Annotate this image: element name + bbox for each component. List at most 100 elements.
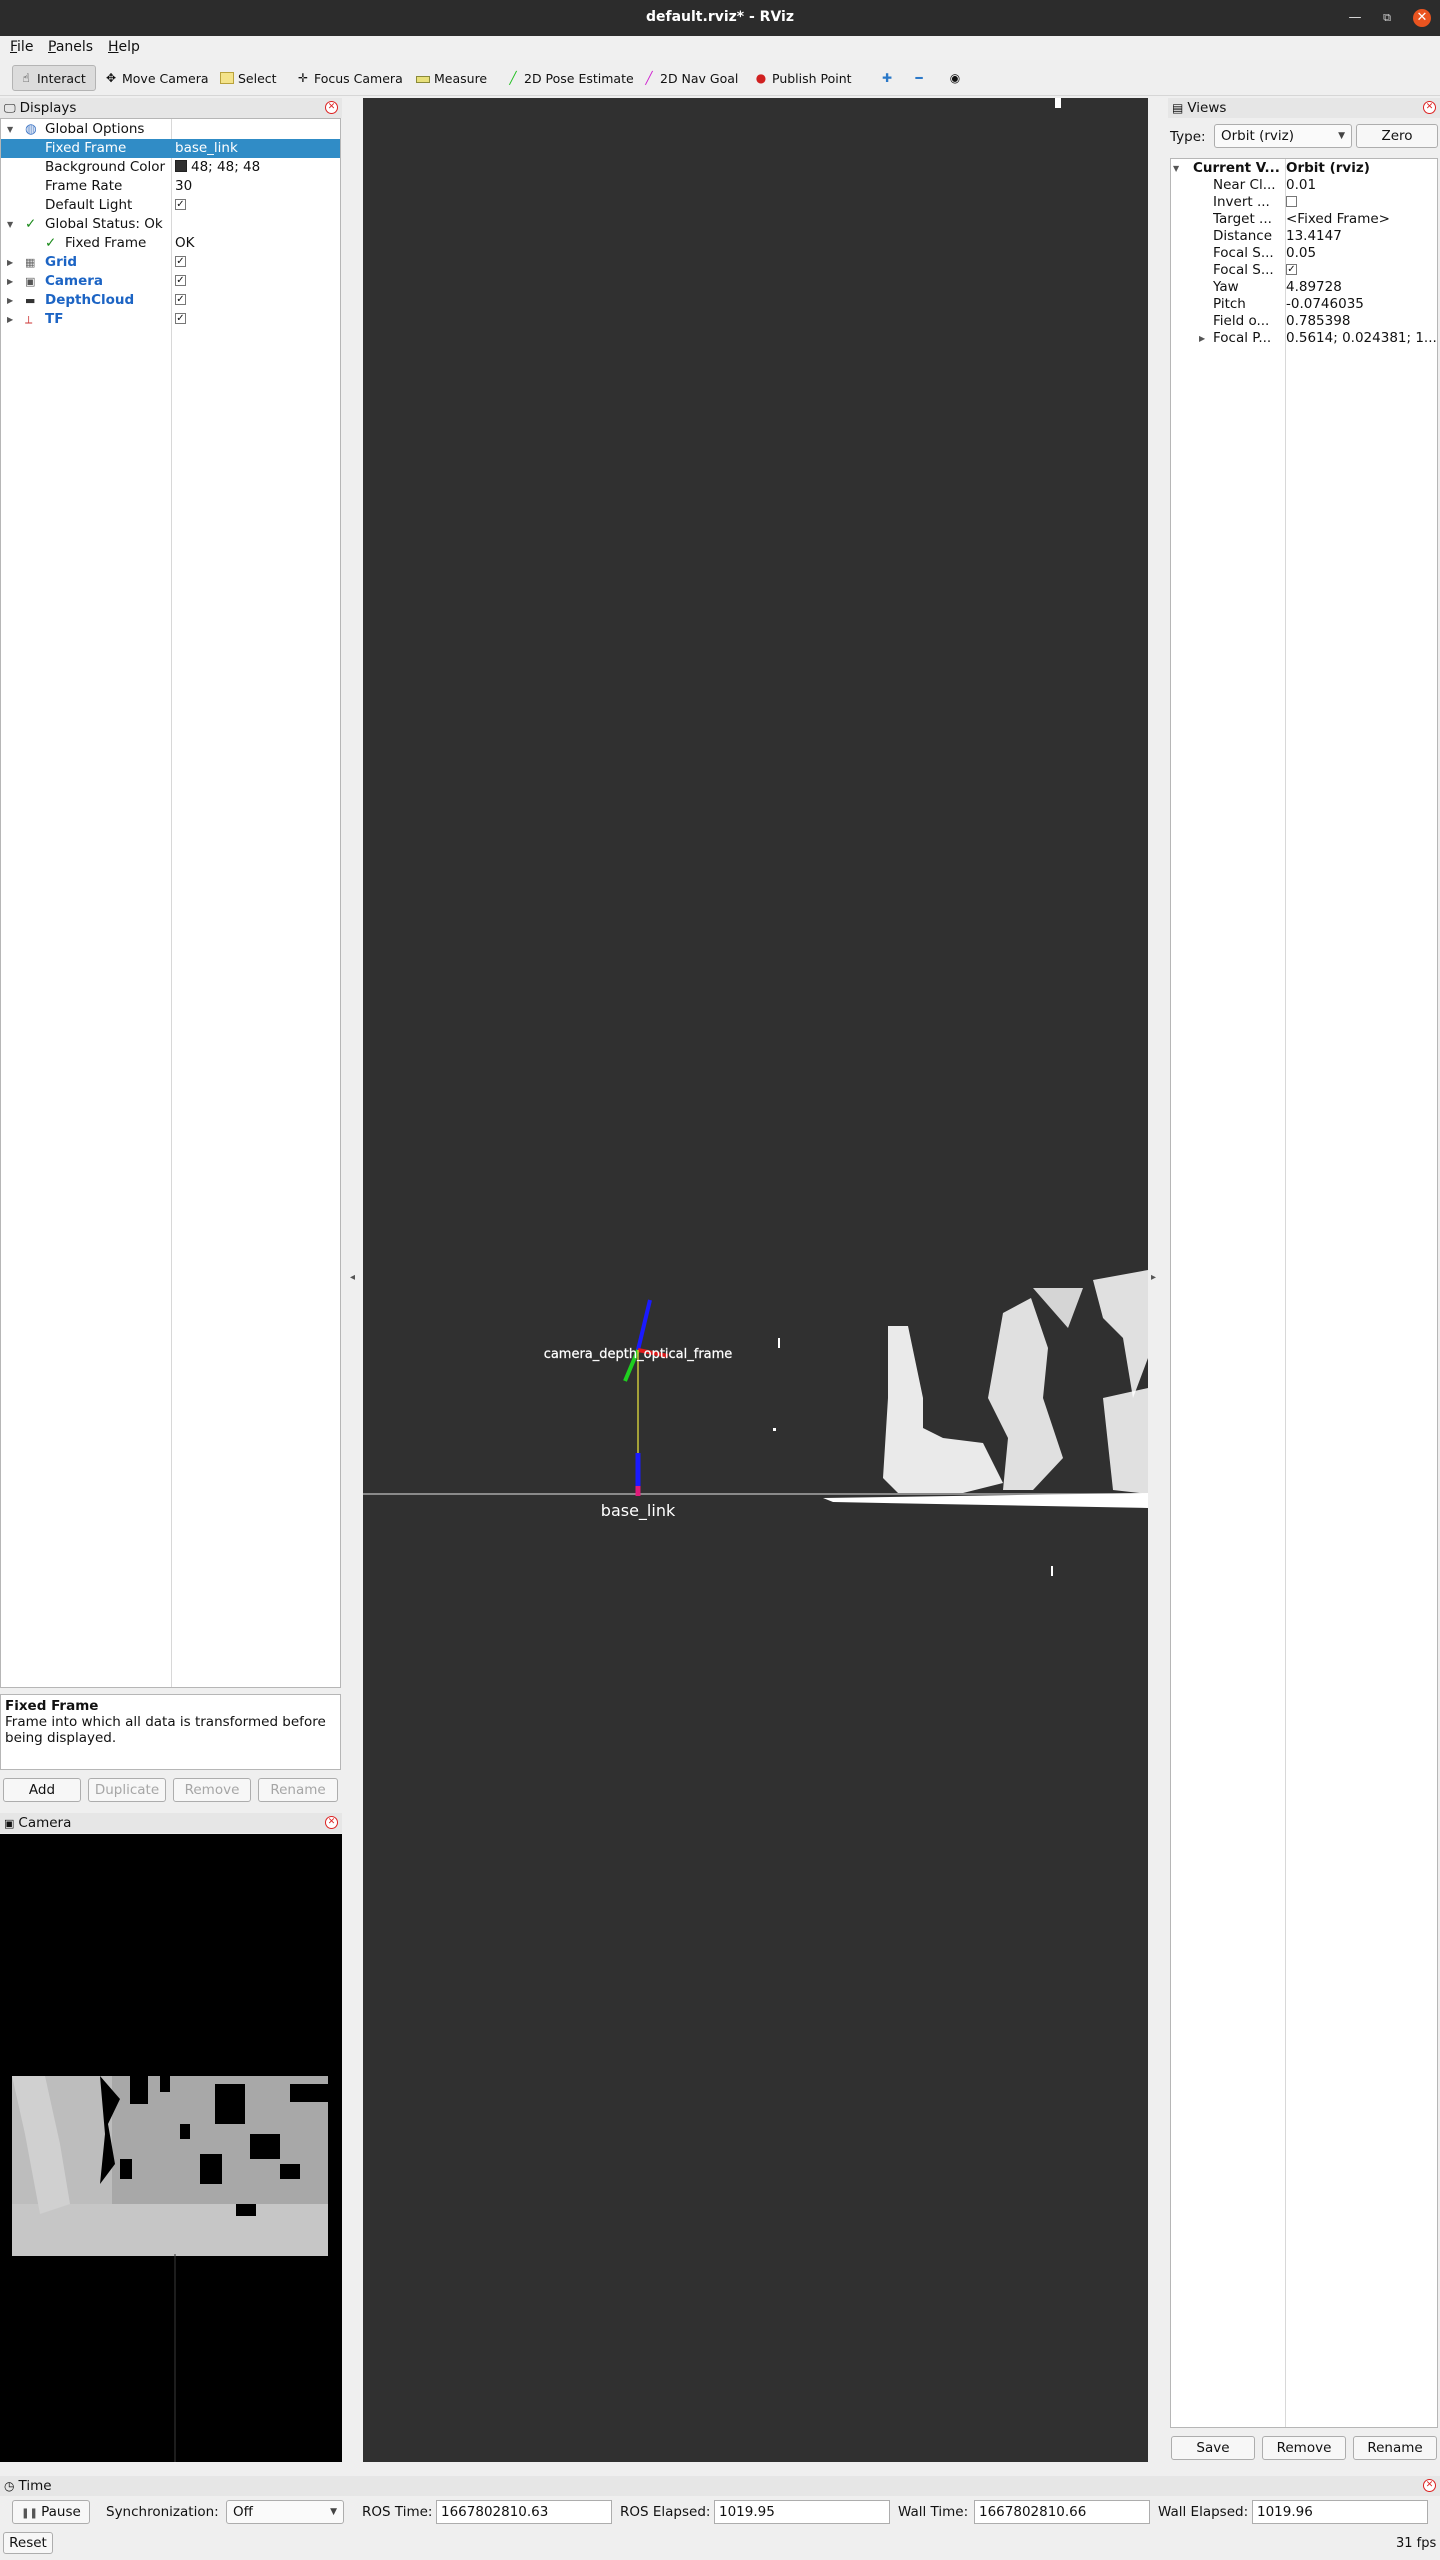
tool-publish-point[interactable]: ● Publish Point — [748, 65, 858, 91]
tool-2d-nav-goal[interactable]: ╱ 2D Nav Goal — [636, 65, 744, 91]
sync-select[interactable]: Off ▼ — [226, 2500, 344, 2524]
close-displays-icon[interactable]: ✕ — [325, 101, 338, 114]
depthcloud-enabled-checkbox[interactable]: ✓ — [175, 291, 186, 310]
tree-row-global-options[interactable]: ▼ ◍ Global Options — [1, 120, 340, 139]
close-time-panel-icon[interactable]: ✕ — [1423, 2479, 1436, 2492]
grid-enabled-checkbox[interactable]: ✓ — [175, 253, 186, 272]
tree-row-fixed-frame-status[interactable]: ✓ Fixed Frame OK — [1, 234, 340, 253]
wall-elapsed-field[interactable]: 1019.96 — [1252, 2500, 1428, 2524]
add-tool-button[interactable]: ✚ — [874, 65, 900, 91]
vrow-value[interactable]: 4.89728 — [1286, 279, 1436, 296]
green-arrow-icon: ╱ — [509, 71, 517, 85]
pause-button[interactable]: ❚❚ Pause — [12, 2500, 90, 2524]
hand-icon: ☝ — [22, 71, 30, 85]
clock-icon: ◷ — [4, 2479, 15, 2493]
vrow-value[interactable]: 0.01 — [1286, 177, 1436, 194]
tree-row-background-color[interactable]: Background Color 48; 48; 48 — [1, 158, 340, 177]
vrow-value[interactable]: 0.5614; 0.024381; 1.... — [1286, 330, 1436, 347]
vrow-focal-shape-size[interactable]: Focal S... 0.05 — [1171, 245, 1437, 262]
tree-label: DepthCloud — [45, 292, 135, 308]
tree-row-camera[interactable]: ▶ ▣ Camera ✓ — [1, 272, 340, 291]
collapsed-arrow-icon[interactable]: ▶ — [7, 253, 13, 272]
tree-row-default-light[interactable]: Default Light ✓ — [1, 196, 340, 215]
vrow-yaw[interactable]: Yaw 4.89728 — [1171, 279, 1437, 296]
collapsed-arrow-icon[interactable]: ▶ — [7, 310, 13, 329]
background-color-value[interactable]: 48; 48; 48 — [175, 158, 260, 177]
tree-row-global-status[interactable]: ▼ ✓ Global Status: Ok — [1, 215, 340, 234]
depth-point-cloud — [773, 98, 1148, 1576]
expanded-arrow-icon[interactable]: ▼ — [7, 120, 13, 139]
wall-time-field[interactable]: 1667802810.66 — [974, 2500, 1150, 2524]
close-window-icon[interactable]: ✕ — [1413, 9, 1431, 27]
tool-move-camera[interactable]: ✥ Move Camera — [98, 65, 215, 91]
vrow-value[interactable]: -0.0746035 — [1286, 296, 1436, 313]
vrow-value[interactable]: 0.05 — [1286, 245, 1436, 262]
camera-image-view[interactable] — [0, 1834, 342, 2462]
ros-time-field[interactable]: 1667802810.63 — [436, 2500, 612, 2524]
vrow-focal-shape-fixed[interactable]: Focal S... ✓ — [1171, 262, 1437, 279]
menu-panels[interactable]: Panels — [48, 39, 93, 55]
add-display-button[interactable]: Add — [3, 1778, 81, 1802]
duplicate-display-button[interactable]: Duplicate — [88, 1778, 166, 1802]
expanded-arrow-icon[interactable]: ▼ — [1173, 160, 1179, 177]
ros-elapsed-label: ROS Elapsed: — [620, 2504, 711, 2520]
focal-shape-fixed-checkbox[interactable]: ✓ — [1286, 262, 1436, 279]
remove-tool-button[interactable]: ━ — [906, 65, 932, 91]
vrow-value[interactable]: <Fixed Frame> — [1286, 211, 1436, 228]
reset-button[interactable]: Reset — [3, 2532, 53, 2554]
tool-focus-camera[interactable]: ✛ Focus Camera — [290, 65, 409, 91]
vrow-target-frame[interactable]: Target ... <Fixed Frame> — [1171, 211, 1437, 228]
collapsed-arrow-icon[interactable]: ▶ — [1199, 330, 1205, 347]
vrow-focal-point[interactable]: ▶ Focal P... 0.5614; 0.024381; 1.... — [1171, 330, 1437, 347]
tool-properties-button[interactable]: ◉ — [942, 65, 968, 91]
save-view-button[interactable]: Save — [1171, 2436, 1255, 2460]
vrow-distance[interactable]: Distance 13.4147 — [1171, 228, 1437, 245]
close-views-icon[interactable]: ✕ — [1423, 101, 1436, 114]
rename-display-button[interactable]: Rename — [258, 1778, 338, 1802]
remove-display-button[interactable]: Remove — [173, 1778, 251, 1802]
right-splitter-handle-icon[interactable]: ▸ — [1151, 1272, 1156, 1283]
vrow-value[interactable]: 0.785398 — [1286, 313, 1436, 330]
collapsed-arrow-icon[interactable]: ▶ — [7, 291, 13, 310]
vrow-near-clip[interactable]: Near Cl... 0.01 — [1171, 177, 1437, 194]
remove-view-button[interactable]: Remove — [1262, 2436, 1346, 2460]
vrow-current-view[interactable]: ▼ Current V... Orbit (rviz) — [1171, 160, 1437, 177]
menu-help[interactable]: Help — [108, 39, 140, 55]
tool-measure[interactable]: Measure — [410, 65, 493, 91]
left-splitter-handle-icon[interactable]: ◂ — [350, 1272, 355, 1283]
tool-interact[interactable]: ☝ Interact — [12, 65, 96, 91]
3d-render-viewport[interactable]: camera_depth_optical_frame base_link — [363, 98, 1148, 2462]
vrow-pitch[interactable]: Pitch -0.0746035 — [1171, 296, 1437, 313]
invert-z-checkbox[interactable] — [1286, 194, 1436, 211]
fixed-frame-value[interactable]: base_link — [175, 139, 238, 158]
plus-icon: ✚ — [881, 71, 893, 85]
tf-axes-icon: ⟂ — [25, 313, 33, 326]
tree-row-depthcloud[interactable]: ▶ ▬ DepthCloud ✓ — [1, 291, 340, 310]
property-description: Fixed Frame Frame into which all data is… — [0, 1694, 341, 1770]
ros-elapsed-field[interactable]: 1019.95 — [714, 2500, 890, 2524]
rename-view-button[interactable]: Rename — [1353, 2436, 1437, 2460]
tree-row-tf[interactable]: ▶ ⟂ TF ✓ — [1, 310, 340, 329]
view-properties-tree: ▼ Current V... Orbit (rviz) Near Cl... 0… — [1170, 158, 1438, 2428]
collapsed-arrow-icon[interactable]: ▶ — [7, 272, 13, 291]
zero-view-button[interactable]: Zero — [1356, 124, 1438, 148]
camera-enabled-checkbox[interactable]: ✓ — [175, 272, 186, 291]
default-light-checkbox[interactable]: ✓ — [175, 196, 186, 215]
tree-row-frame-rate[interactable]: Frame Rate 30 — [1, 177, 340, 196]
tf-enabled-checkbox[interactable]: ✓ — [175, 310, 186, 329]
wall-time-label: Wall Time: — [898, 2504, 969, 2520]
restore-icon[interactable]: ⧉ — [1378, 9, 1396, 27]
tree-row-fixed-frame[interactable]: Fixed Frame base_link — [1, 139, 340, 158]
view-type-select[interactable]: Orbit (rviz) ▼ — [1214, 124, 1352, 148]
expanded-arrow-icon[interactable]: ▼ — [7, 215, 13, 234]
tool-select[interactable]: Select — [214, 65, 283, 91]
tool-2d-pose-estimate[interactable]: ╱ 2D Pose Estimate — [500, 65, 640, 91]
tree-row-grid[interactable]: ▶ ▦ Grid ✓ — [1, 253, 340, 272]
vrow-value[interactable]: 13.4147 — [1286, 228, 1436, 245]
minimize-icon[interactable]: — — [1346, 9, 1364, 27]
vrow-field-of-view[interactable]: Field o... 0.785398 — [1171, 313, 1437, 330]
frame-rate-value[interactable]: 30 — [175, 177, 192, 196]
vrow-invert-z[interactable]: Invert ... — [1171, 194, 1437, 211]
close-camera-panel-icon[interactable]: ✕ — [325, 1816, 338, 1829]
menu-file[interactable]: File — [10, 39, 33, 55]
